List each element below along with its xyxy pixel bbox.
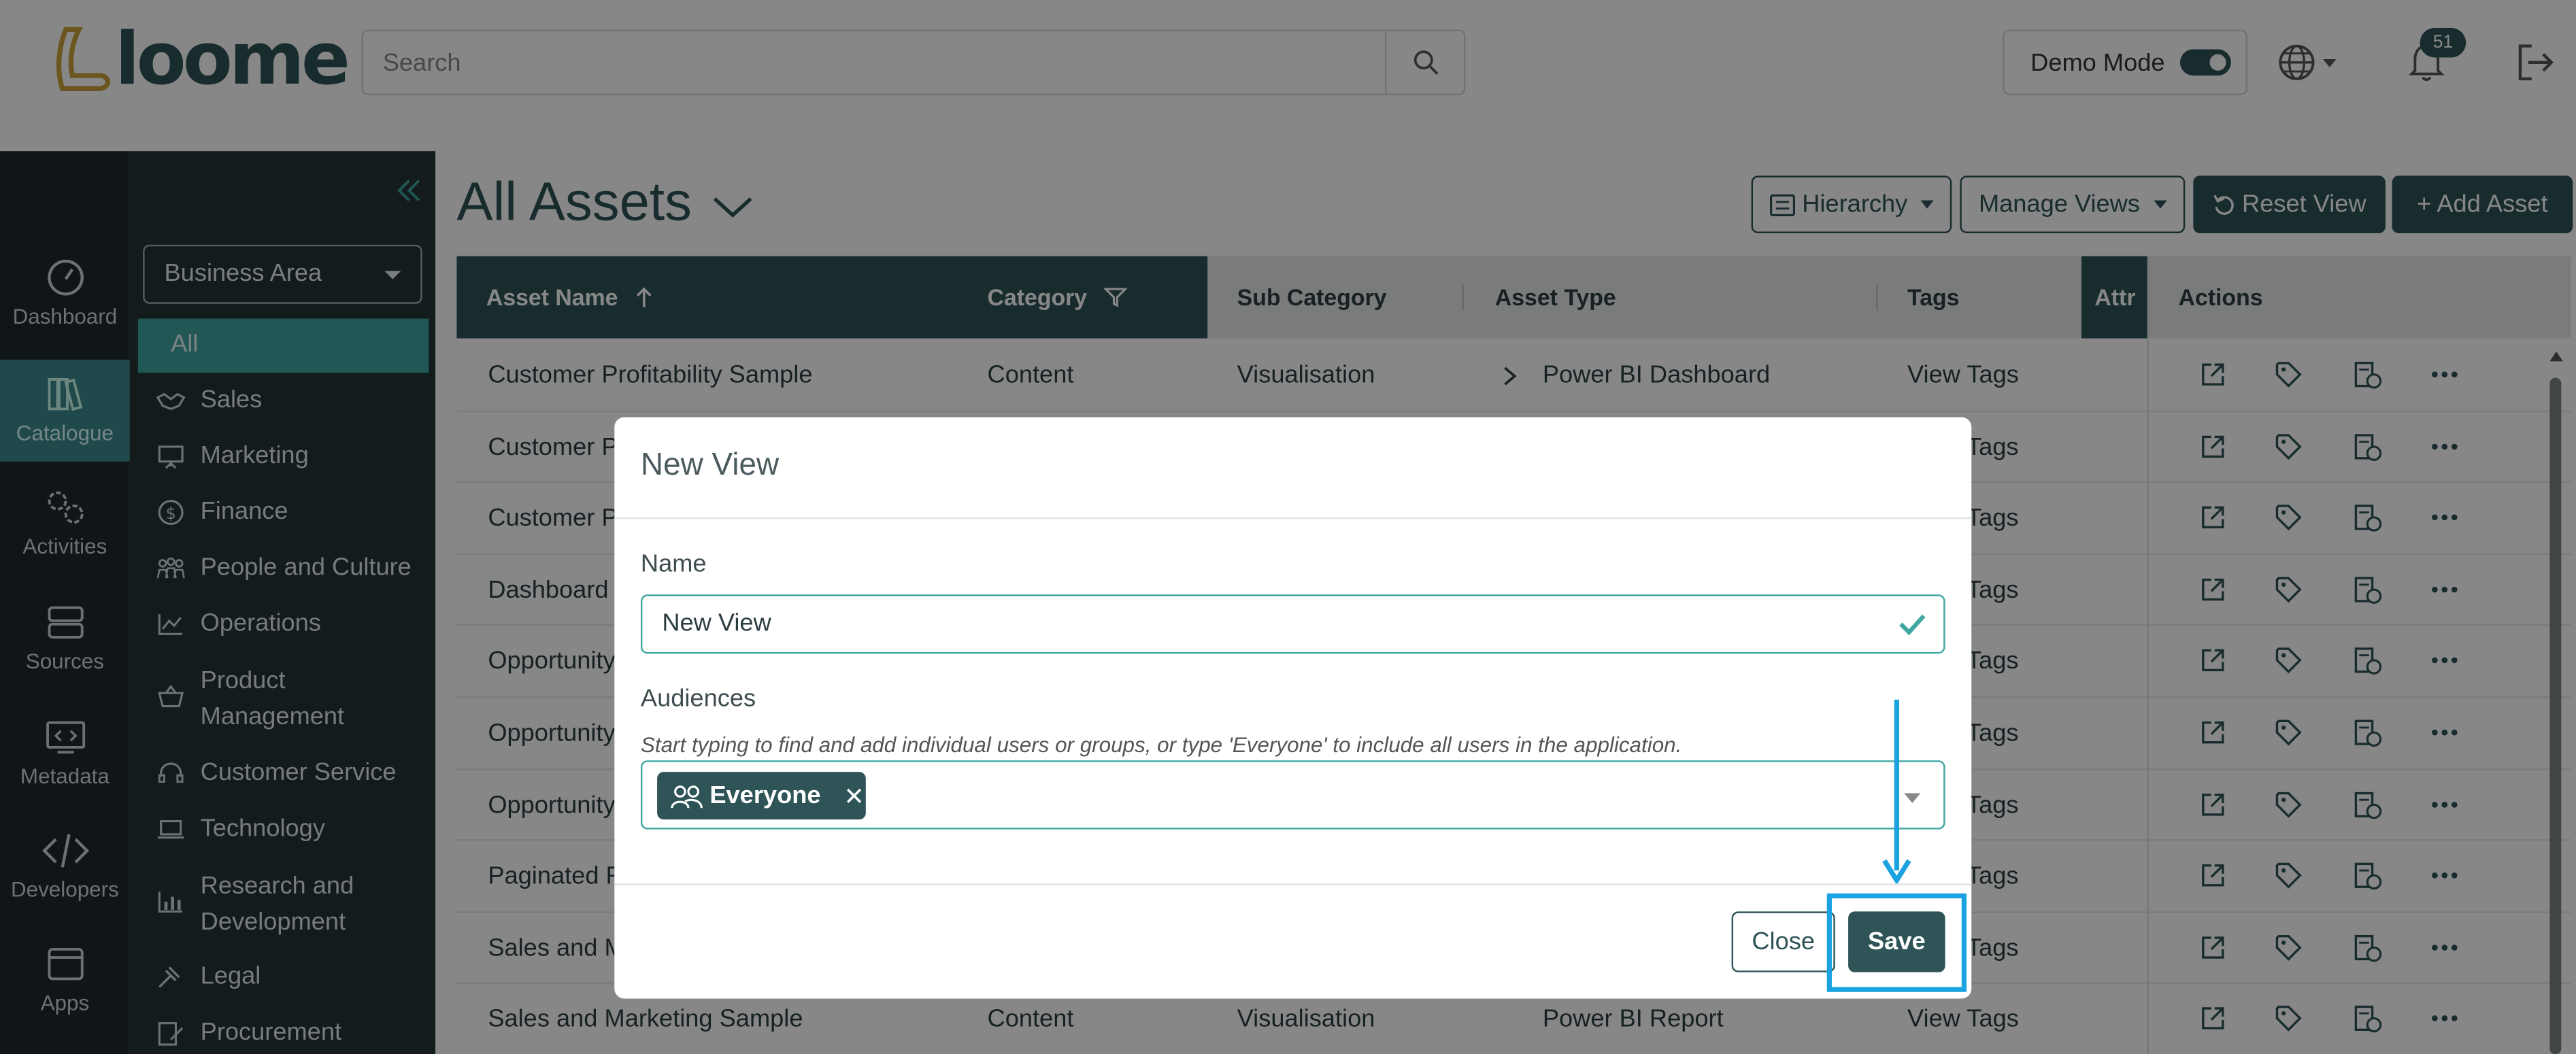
- audiences-label: Audiences: [640, 685, 756, 713]
- audiences-help-text: Start typing to find and add individual …: [640, 732, 1682, 758]
- name-input[interactable]: New View: [640, 594, 1945, 654]
- divider: [614, 517, 1972, 520]
- name-label: Name: [640, 550, 707, 579]
- divider: [614, 883, 1972, 885]
- name-input-value: New View: [662, 609, 771, 638]
- audiences-input[interactable]: Everyone ✕: [640, 760, 1945, 830]
- remove-chip-icon[interactable]: ✕: [843, 781, 864, 811]
- users-group-icon: [671, 785, 703, 808]
- checkmark-icon: [1899, 614, 1926, 636]
- caret-down-icon[interactable]: [1904, 793, 1921, 804]
- audience-chip-label: Everyone: [709, 781, 821, 810]
- dialog-title: New View: [640, 448, 780, 483]
- new-view-dialog: New View Name New View Audiences Start t…: [614, 417, 1972, 999]
- annotation-arrow-line: [1894, 699, 1899, 871]
- close-button[interactable]: Close: [1731, 911, 1835, 972]
- audience-chip-everyone: Everyone ✕: [657, 772, 866, 820]
- annotation-arrow-down-icon: [1882, 859, 1911, 884]
- annotation-highlight-box: [1826, 893, 1967, 992]
